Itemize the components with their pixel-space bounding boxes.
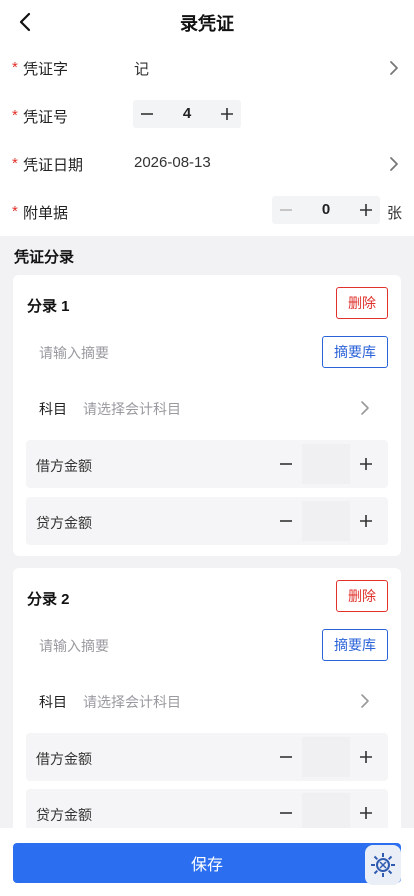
credit-amount-row: 贷方金额	[26, 497, 388, 545]
save-button[interactable]: 保存	[13, 843, 401, 883]
chevron-right-icon	[359, 691, 371, 711]
debit-amount-input[interactable]	[302, 737, 350, 777]
attachments-input[interactable]: 0	[300, 196, 352, 224]
voucher-number-row: * 凭证号 4	[0, 92, 414, 140]
debit-amount-input[interactable]	[302, 444, 350, 484]
debit-amount-row: 借方金额	[26, 440, 388, 488]
voucher-date-label: 凭证日期	[23, 157, 84, 174]
minus-icon[interactable]	[272, 799, 300, 827]
attachments-row: * 附单据 0 张	[0, 188, 414, 236]
minus-icon[interactable]	[272, 450, 300, 478]
attachments-unit: 张	[386, 205, 402, 222]
required-mark: *	[12, 155, 18, 172]
voucher-word-value: 记	[134, 61, 150, 78]
credit-amount-label: 贷方金额	[36, 807, 92, 823]
credit-amount-input[interactable]	[302, 793, 350, 833]
chevron-right-icon	[388, 58, 400, 78]
required-mark: *	[12, 203, 18, 220]
voucher-number-label: 凭证号	[23, 109, 69, 126]
voucher-word-row[interactable]: * 凭证字 记	[0, 44, 414, 92]
gear-icon[interactable]	[365, 845, 401, 885]
plus-icon[interactable]	[352, 196, 380, 224]
subject-selector[interactable]: 请选择会计科目	[83, 399, 181, 419]
entries-section-title: 凭证分录	[14, 249, 75, 266]
attachments-stepper: 0	[272, 196, 380, 224]
minus-icon[interactable]	[272, 507, 300, 535]
credit-amount-input[interactable]	[302, 501, 350, 541]
delete-entry-button[interactable]: 删除	[336, 287, 388, 319]
entry-card: 分录 1 删除 请输入摘要 摘要库 科目 请选择会计科目 借方金额 贷方金额	[13, 275, 401, 556]
delete-entry-button[interactable]: 删除	[336, 580, 388, 612]
debit-amount-label: 借方金额	[36, 751, 92, 767]
minus-icon[interactable]	[133, 100, 161, 128]
minus-icon[interactable]	[272, 196, 300, 224]
nav-bar: 录凭证	[0, 0, 414, 44]
debit-amount-label: 借方金额	[36, 458, 92, 474]
subject-label: 科目	[39, 401, 67, 417]
chevron-right-icon	[359, 398, 371, 418]
subject-label: 科目	[39, 694, 67, 710]
plus-icon[interactable]	[352, 450, 380, 478]
plus-icon[interactable]	[213, 100, 241, 128]
required-mark: *	[12, 59, 18, 76]
summary-input[interactable]: 请输入摘要	[39, 343, 109, 363]
summary-input[interactable]: 请输入摘要	[39, 636, 109, 656]
voucher-date-row[interactable]: * 凭证日期 2026-08-13	[0, 140, 414, 188]
voucher-number-input[interactable]: 4	[161, 100, 213, 128]
required-mark: *	[12, 107, 18, 124]
debit-amount-row: 借方金额	[26, 733, 388, 781]
bottom-bar: 保存	[0, 828, 414, 896]
attachments-label: 附单据	[23, 205, 69, 222]
entry-title: 分录 1	[27, 298, 70, 315]
summary-library-button[interactable]: 摘要库	[322, 336, 388, 368]
voucher-word-label: 凭证字	[23, 61, 69, 78]
plus-icon[interactable]	[352, 507, 380, 535]
voucher-date-value: 2026-08-13	[134, 154, 211, 171]
chevron-right-icon	[388, 154, 400, 174]
credit-amount-label: 贷方金额	[36, 515, 92, 531]
voucher-number-stepper: 4	[133, 100, 241, 128]
summary-library-button[interactable]: 摘要库	[322, 629, 388, 661]
voucher-form: * 凭证字 记 * 凭证号 4 * 凭证日期 2026-08-13 * 附单据	[0, 44, 414, 236]
entry-title: 分录 2	[27, 591, 70, 608]
subject-selector[interactable]: 请选择会计科目	[83, 692, 181, 712]
minus-icon[interactable]	[272, 743, 300, 771]
entry-card: 分录 2 删除 请输入摘要 摘要库 科目 请选择会计科目 借方金额 贷方金额	[13, 568, 401, 838]
plus-icon[interactable]	[352, 743, 380, 771]
plus-icon[interactable]	[352, 799, 380, 827]
page-title: 录凭证	[180, 14, 234, 34]
